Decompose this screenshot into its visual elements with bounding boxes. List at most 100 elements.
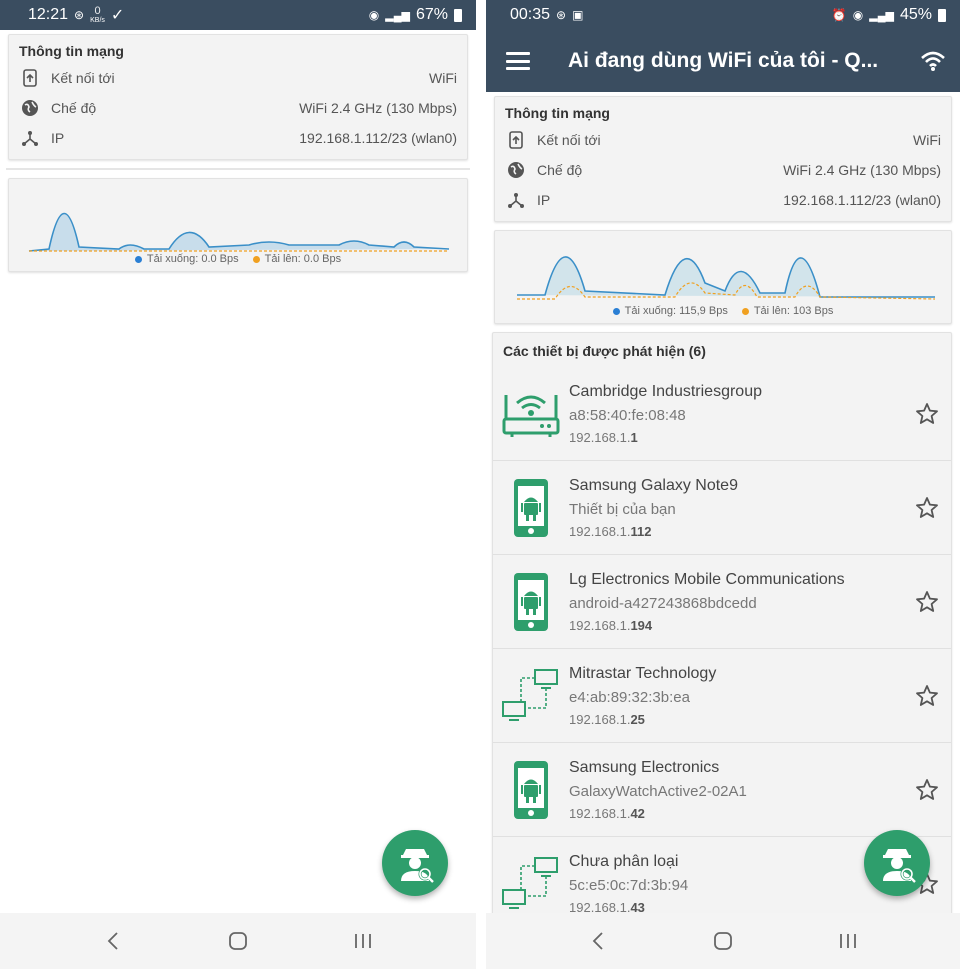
recents-button[interactable] <box>828 926 868 956</box>
network-row-value: WiFi 2.4 GHz (130 Mbps) <box>783 162 941 178</box>
left-phone-screen: 12:21 ⊛ 0 KB/s ✓ ◉ ▂▄▆ 67% Thông tin mạn… <box>0 0 476 969</box>
router-icon <box>493 389 569 439</box>
device-ip: 192.168.1.194 <box>569 617 653 633</box>
right-phone-screen: 00:35 ⊛ ▣ ⏰ ◉ ▂▄▆ 45% Ai đang dùng WiFi … <box>486 0 960 969</box>
wifi-status-icon: ◉ <box>368 8 380 22</box>
connection-icon <box>505 129 527 151</box>
network-info-card: Thông tin mạng Kết nối tới WiFi Chế độ W… <box>494 96 952 222</box>
favorite-star-icon[interactable] <box>903 590 951 614</box>
status-time: 12:21 <box>28 6 69 23</box>
recents-button[interactable] <box>343 926 383 956</box>
device-row[interactable]: Lg Electronics Mobile Communications andr… <box>493 555 951 649</box>
network-row-label: IP <box>537 192 551 208</box>
device-name: Samsung Galaxy Note9 <box>569 476 738 494</box>
wifi-icon[interactable] <box>920 50 946 72</box>
system-nav-bar <box>486 913 960 969</box>
network-info-title: Thông tin mạng <box>505 105 610 121</box>
menu-button[interactable] <box>506 52 530 70</box>
network-row-label: Chế độ <box>537 162 583 178</box>
app-toolbar: Ai đang dùng WiFi của tôi - Q... <box>486 30 960 92</box>
network-row-value: WiFi <box>913 132 941 148</box>
battery-icon <box>454 8 462 22</box>
device-row[interactable]: Samsung Galaxy Note9 Thiết bị của bạn 192.… <box>493 461 951 555</box>
favorite-star-icon[interactable] <box>903 402 951 426</box>
device-ip: 192.168.1.112 <box>569 523 652 539</box>
network-computers-icon <box>493 856 569 912</box>
device-ip: 192.168.1.43 <box>569 899 645 915</box>
traffic-graph-card: Tải xuống: 115,9 Bps Tải lên: 103 Bps <box>494 230 952 324</box>
device-detail: android-a427243868bdcedd <box>569 594 757 612</box>
network-row-value: WiFi <box>429 70 457 86</box>
detective-icon <box>401 849 434 883</box>
home-icon <box>714 932 732 950</box>
device-detail: GalaxyWatchActive2-02A1 <box>569 782 747 800</box>
network-nodes-icon <box>19 127 41 149</box>
network-info-title: Thông tin mạng <box>19 43 124 59</box>
network-row-value: 192.168.1.112/23 (wlan0) <box>299 130 457 146</box>
network-computers-icon <box>493 668 569 724</box>
network-speed: 0 <box>94 5 101 17</box>
network-row-label: Chế độ <box>51 100 97 116</box>
alarm-icon: ⏰ <box>831 8 847 22</box>
sync-icon: ⊛ <box>74 8 85 22</box>
device-name: Chưa phân loại <box>569 852 679 870</box>
device-name: Samsung Electronics <box>569 758 720 776</box>
network-row-label: Kết nối tới <box>51 70 115 86</box>
back-button[interactable] <box>578 926 618 956</box>
device-ip: 192.168.1.1 <box>569 429 638 445</box>
network-row-ip: IP 192.168.1.112/23 (wlan0) <box>505 185 941 215</box>
status-bar: 12:21 ⊛ 0 KB/s ✓ ◉ ▂▄▆ 67% <box>0 0 476 30</box>
legend-download: Tải xuống: 0.0 Bps <box>134 253 239 265</box>
download-series-line <box>517 256 935 298</box>
device-ip: 192.168.1.25 <box>569 711 645 727</box>
wifi-status-icon: ◉ <box>852 8 864 22</box>
network-row-mode: Chế độ WiFi 2.4 GHz (130 Mbps) <box>505 155 941 185</box>
favorite-star-icon[interactable] <box>903 496 951 520</box>
network-row-connection: Kết nối tới WiFi <box>19 63 457 93</box>
network-row-label: IP <box>51 130 65 146</box>
battery-percent: 45% <box>899 6 932 23</box>
android-phone-icon <box>493 572 569 632</box>
globe-icon <box>505 159 527 181</box>
notification-icon: ⊛ <box>556 8 567 22</box>
download-series-line <box>28 212 450 252</box>
system-nav-bar <box>0 913 476 969</box>
network-row-ip: IP 192.168.1.112/23 (wlan0) <box>19 123 457 153</box>
legend-upload: Tải lên: 103 Bps <box>741 305 833 317</box>
network-row-connection: Kết nối tới WiFi <box>505 125 941 155</box>
device-ip: 192.168.1.42 <box>569 805 645 821</box>
back-button[interactable] <box>93 926 133 956</box>
device-detail: Thiết bị của bạn <box>569 500 676 518</box>
battery-icon <box>938 8 946 22</box>
device-row[interactable]: Cambridge Industriesgroup a8:58:40:fe:08:… <box>493 367 951 461</box>
recents-icon <box>355 934 372 948</box>
network-speed-unit: KB/s <box>90 17 105 24</box>
device-row[interactable]: Mitrastar Technology e4:ab:89:32:3b:ea 192… <box>493 649 951 743</box>
scan-fab-button[interactable] <box>864 830 930 896</box>
home-icon <box>229 932 247 950</box>
signal-icon: ▂▄▆ <box>869 9 894 22</box>
device-row[interactable]: Samsung Electronics GalaxyWatchActive2-02… <box>493 743 951 837</box>
battery-percent: 67% <box>415 6 448 23</box>
image-icon: ▣ <box>572 8 584 22</box>
android-phone-icon <box>493 478 569 538</box>
back-icon <box>107 932 118 950</box>
legend-upload: Tải lên: 0.0 Bps <box>252 253 341 265</box>
signal-icon: ▂▄▆ <box>385 9 410 22</box>
network-info-card: Thông tin mạng Kết nối tới WiFi Chế độ W… <box>8 34 468 160</box>
back-icon <box>593 932 603 950</box>
home-button[interactable] <box>218 926 258 956</box>
network-row-value: 192.168.1.112/23 (wlan0) <box>783 192 941 208</box>
device-detail: e4:ab:89:32:3b:ea <box>569 688 690 706</box>
status-bar: 00:35 ⊛ ▣ ⏰ ◉ ▂▄▆ 45% <box>486 0 960 30</box>
favorite-star-icon[interactable] <box>903 778 951 802</box>
status-time: 00:35 <box>510 6 551 23</box>
divider <box>6 168 470 170</box>
network-nodes-icon <box>505 189 527 211</box>
scan-fab-button[interactable] <box>382 830 448 896</box>
legend-download: Tải xuống: 115,9 Bps <box>612 305 728 317</box>
home-button[interactable] <box>703 926 743 956</box>
graph-legend: Tải xuống: 0.0 Bps Tải lên: 0.0 Bps <box>9 253 467 265</box>
favorite-star-icon[interactable] <box>903 684 951 708</box>
device-name: Lg Electronics Mobile Communications <box>569 570 845 588</box>
